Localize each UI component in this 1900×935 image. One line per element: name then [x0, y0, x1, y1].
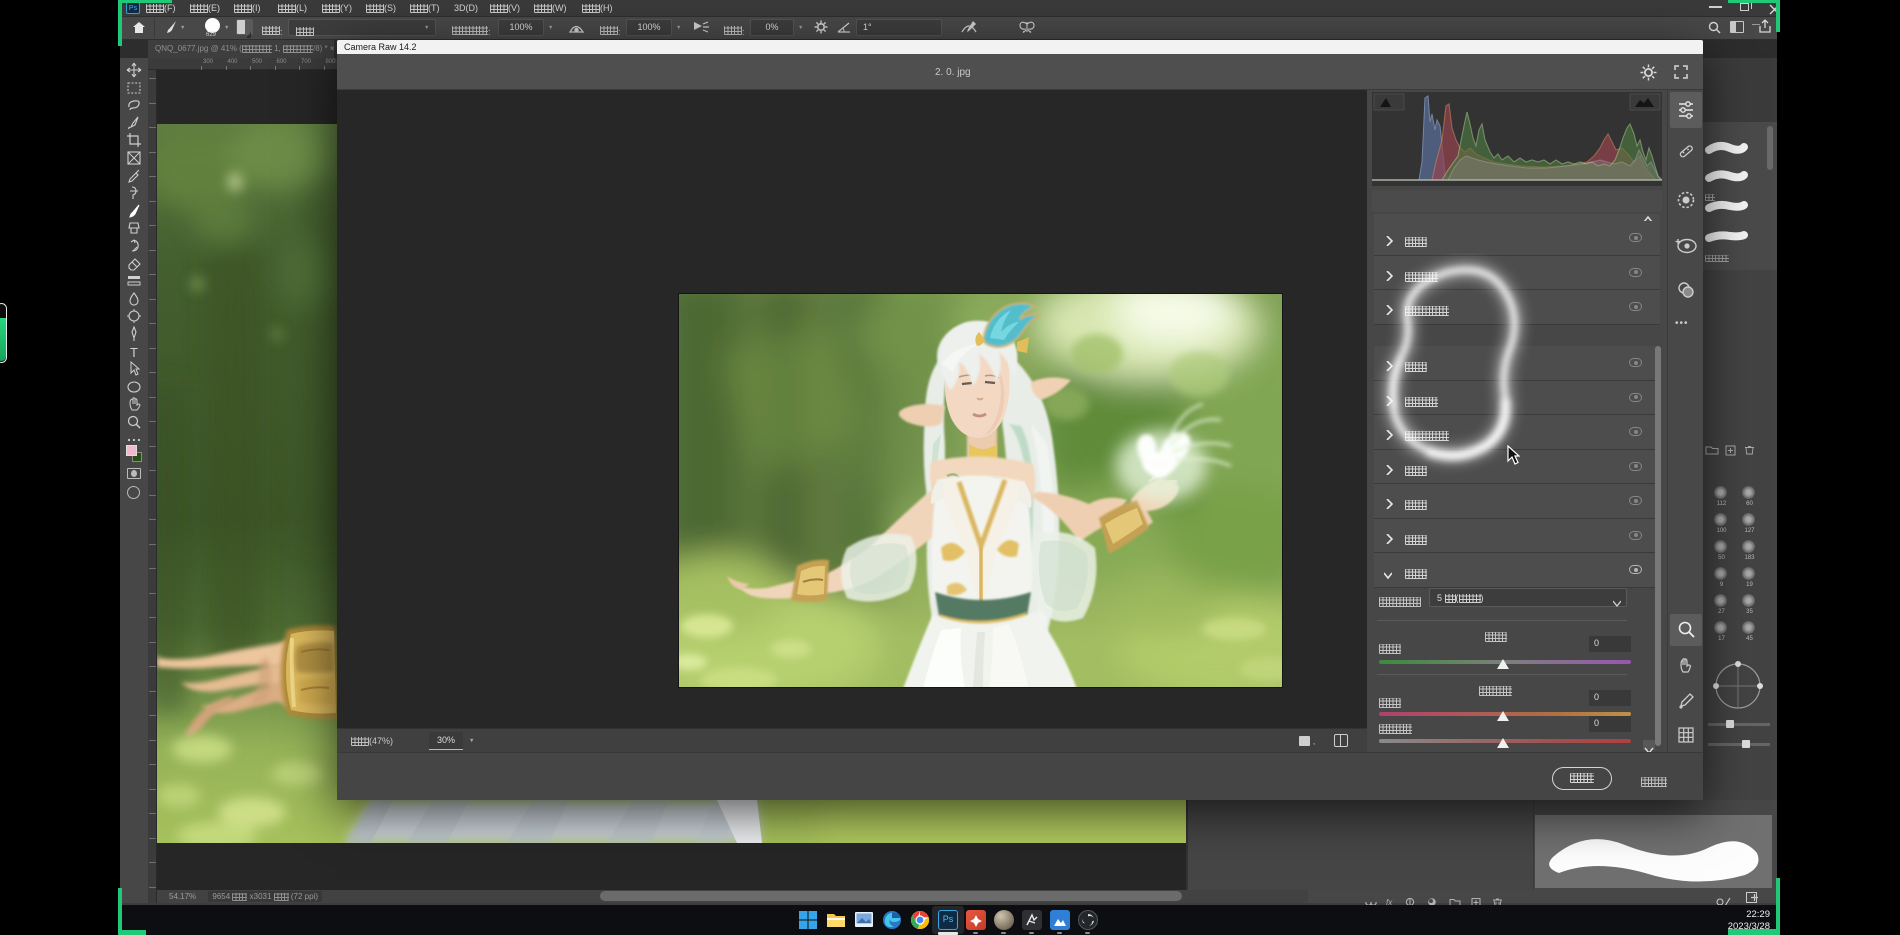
svg-text:T: T [130, 345, 138, 360]
